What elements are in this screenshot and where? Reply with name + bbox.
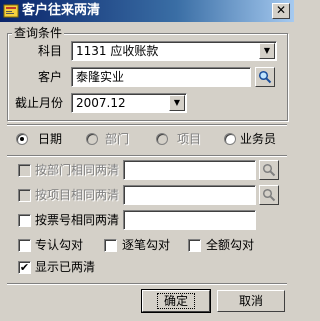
- chevron-down-icon: ▼: [263, 46, 271, 55]
- manual-match-checkbox[interactable]: [18, 239, 31, 252]
- cutoff-month-value: 2007.12: [76, 96, 126, 110]
- by-ticket-checkbox[interactable]: [18, 214, 31, 227]
- divider: [7, 124, 287, 126]
- ticket-input[interactable]: [123, 210, 256, 230]
- project-search-button[interactable]: [259, 185, 279, 205]
- query-group-label: 查询条件: [12, 26, 65, 40]
- by-project-label: 按项目相同两清: [35, 188, 120, 202]
- search-icon: [262, 188, 276, 202]
- radio-date[interactable]: [16, 133, 28, 145]
- subject-value: 1131 应收账款: [76, 44, 159, 58]
- close-button[interactable]: ✕: [272, 3, 290, 19]
- search-icon: [258, 70, 272, 84]
- checkmark-icon: ✔: [19, 261, 30, 274]
- show-cleared-checkbox[interactable]: ✔: [18, 261, 31, 274]
- close-icon: ✕: [275, 3, 287, 17]
- manual-match-label: 专认勾对: [35, 238, 84, 252]
- cancel-button-label: 取消: [238, 294, 263, 308]
- radio-salesperson-label: 业务员: [240, 132, 277, 146]
- by-department-label: 按部门相同两清: [35, 163, 120, 177]
- department-search-button[interactable]: [259, 160, 279, 180]
- ok-button[interactable]: 确定: [141, 289, 211, 313]
- full-amount-match-checkbox[interactable]: [188, 239, 201, 252]
- department-input[interactable]: [123, 160, 256, 180]
- cutoff-dropdown-button[interactable]: ▼: [169, 95, 185, 111]
- item-match-label: 逐笔勾对: [122, 238, 171, 252]
- radio-salesperson[interactable]: [224, 133, 236, 145]
- radio-project-label: 项目: [177, 132, 202, 146]
- item-match-checkbox[interactable]: [104, 239, 117, 252]
- chevron-down-icon: ▼: [173, 98, 181, 107]
- window-title: 客户往来两清: [22, 3, 101, 18]
- radio-department[interactable]: [86, 133, 98, 145]
- radio-department-label: 部门: [105, 132, 130, 146]
- divider: [7, 283, 287, 285]
- by-project-checkbox[interactable]: [18, 189, 31, 202]
- full-amount-match-label: 全额勾对: [206, 238, 255, 252]
- customer-label: 客户: [38, 70, 63, 84]
- customer-search-button[interactable]: [255, 67, 275, 87]
- cutoff-month-label: 截止月份: [15, 96, 64, 110]
- project-input[interactable]: [123, 185, 256, 205]
- customer-value: 泰隆实业: [76, 70, 125, 84]
- radio-project[interactable]: [156, 133, 168, 145]
- show-cleared-label: 显示已两清: [35, 260, 96, 274]
- subject-select[interactable]: 1131 应收账款: [71, 41, 277, 61]
- by-department-checkbox[interactable]: [18, 164, 31, 177]
- customer-input[interactable]: 泰隆实业: [71, 67, 251, 87]
- subject-dropdown-button[interactable]: ▼: [259, 43, 275, 59]
- search-icon: [262, 163, 276, 177]
- subject-label: 科目: [38, 44, 63, 58]
- radio-date-label: 日期: [38, 132, 63, 146]
- divider: [7, 155, 287, 157]
- app-icon: [3, 3, 19, 19]
- by-ticket-label: 按票号相同两清: [35, 213, 120, 227]
- ok-button-label: 确定: [156, 293, 195, 309]
- cancel-button[interactable]: 取消: [217, 290, 285, 312]
